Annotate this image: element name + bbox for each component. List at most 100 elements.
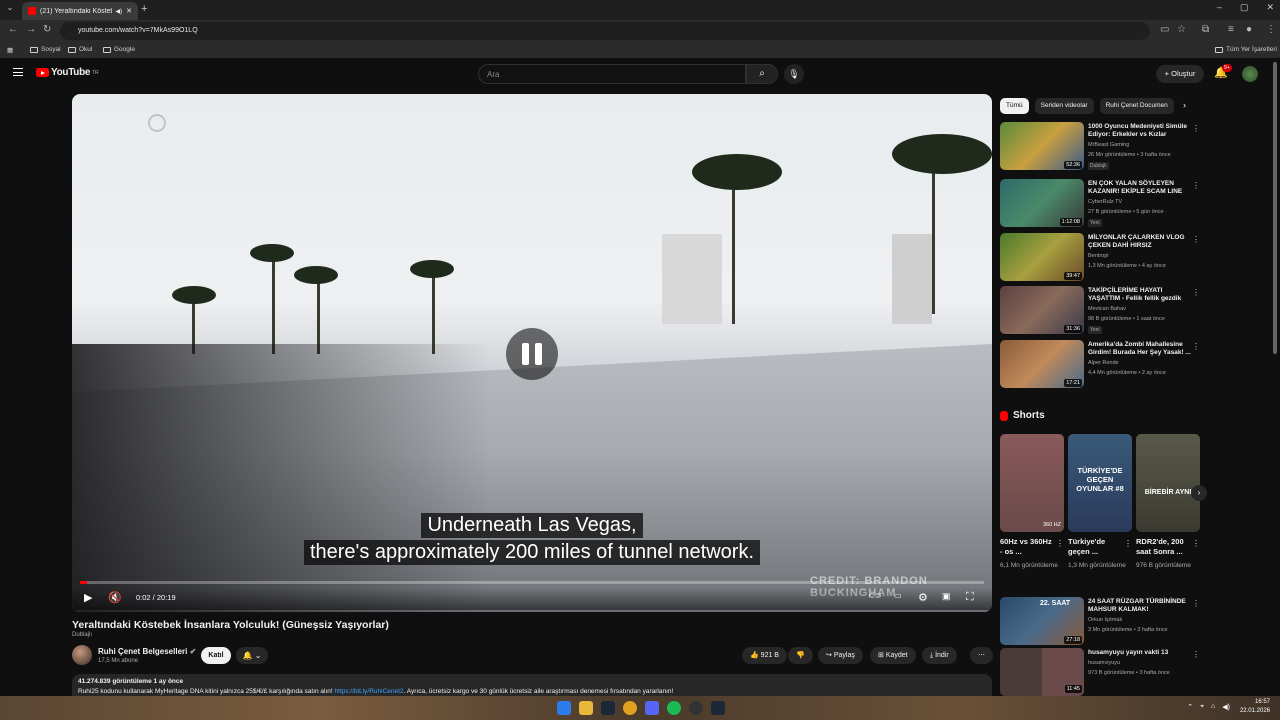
progress-fill: [80, 581, 88, 584]
more-options-icon[interactable]: ⋮: [1192, 539, 1200, 548]
more-options-icon[interactable]: ⋮: [1124, 539, 1132, 548]
download-button[interactable]: ⤓ İndir: [922, 647, 957, 664]
settings-gear-icon[interactable]: ⚙: [918, 591, 928, 604]
browser-menu-icon[interactable]: ⋮: [1266, 24, 1276, 35]
steam-icon[interactable]: [601, 701, 615, 715]
description-link[interactable]: https://bit.ly/RuhiCenet2: [335, 688, 404, 695]
pause-overlay-icon[interactable]: [506, 328, 558, 380]
create-button[interactable]: + Oluştur: [1156, 65, 1204, 83]
tab-close-icon[interactable]: ✕: [126, 7, 132, 15]
app-icon[interactable]: [689, 701, 703, 715]
fullscreen-icon[interactable]: ⛶: [966, 591, 974, 604]
volume-icon[interactable]: ◀): [1222, 703, 1230, 711]
page-scrollbar[interactable]: [1273, 62, 1277, 354]
bookmark-folder-okul[interactable]: Okul: [68, 46, 92, 53]
chevron-up-icon[interactable]: ⌃: [1187, 703, 1193, 711]
more-options-icon[interactable]: ⋮: [1192, 650, 1200, 659]
cast-icon[interactable]: ▭: [1160, 24, 1169, 35]
mute-icon[interactable]: 🔇: [108, 591, 122, 604]
subscription-bell-button[interactable]: 🔔 ⌄: [236, 647, 268, 664]
bookmark-star-icon[interactable]: ☆: [1177, 24, 1186, 35]
miniplayer-icon[interactable]: ▣: [942, 591, 951, 602]
palm-tree: [732, 174, 735, 324]
voice-search-button[interactable]: 🎙: [784, 64, 804, 84]
list-item[interactable]: 1:12:08 EN ÇOK YALAN SÖYLEYEN KAZANIR! E…: [1000, 179, 1200, 229]
more-options-icon[interactable]: ⋮: [1192, 342, 1200, 351]
browser-tab-active[interactable]: (21) Yeraltındaki Köstebek İ ◀) ✕: [22, 2, 138, 20]
shorts-next-button[interactable]: ›: [1191, 485, 1207, 501]
search-button[interactable]: ⌕: [746, 64, 778, 84]
chevron-right-icon[interactable]: ›: [1183, 100, 1186, 110]
like-button[interactable]: 👍 921 B: [742, 647, 787, 664]
short-overlay-text: BİREBİR AYNI: [1144, 489, 1192, 496]
play-icon[interactable]: ▶: [84, 591, 92, 604]
channel-name[interactable]: Ruhi Çenet Belgeselleri ✔: [98, 647, 196, 656]
notification-count-badge: 9+: [1222, 64, 1232, 72]
steam-client-icon[interactable]: [711, 701, 725, 715]
tab-search-icon[interactable]: ⌄: [4, 3, 16, 15]
more-options-icon[interactable]: ⋮: [1056, 539, 1064, 548]
more-options-icon[interactable]: ⋮: [1192, 288, 1200, 297]
list-item[interactable]: 39:47 MİLYONLAR ÇALARKEN VLOG ÇEKEN DAHİ…: [1000, 233, 1200, 283]
autoplay-toggle-icon[interactable]: ⊂⊃: [868, 591, 881, 600]
new-tab-button[interactable]: +: [141, 3, 147, 15]
search-input[interactable]: Ara: [478, 64, 746, 84]
subtitles-icon[interactable]: ▭: [894, 591, 902, 600]
forward-icon[interactable]: →: [26, 24, 36, 35]
short-thumbnail[interactable]: TÜRKİYE'DE GEÇEN OYUNLAR #8: [1068, 434, 1132, 532]
chrome-icon[interactable]: [623, 701, 637, 715]
save-button[interactable]: ⊞ Kaydet: [870, 647, 916, 664]
address-bar[interactable]: youtube.com/watch?v=7MkAs99O1LQ: [60, 22, 1150, 40]
list-item[interactable]: 17:21 Amerika'da Zombi Mahallesine Girdi…: [1000, 340, 1200, 390]
list-item[interactable]: 11:45 husamyuyu yayın vakti 13 husamviyu…: [1000, 648, 1200, 696]
guide-menu-icon[interactable]: [13, 68, 23, 76]
rec-title: MİLYONLAR ÇALARKEN VLOG ÇEKEN DAHİ HIRSI…: [1088, 234, 1185, 249]
join-button[interactable]: Katıl: [201, 647, 231, 664]
back-icon[interactable]: ←: [8, 24, 18, 35]
start-menu-icon[interactable]: [557, 701, 571, 715]
short-item[interactable]: TÜRKİYE'DE GEÇEN OYUNLAR #8 Türkiye'de g…: [1068, 434, 1132, 584]
progress-bar[interactable]: [80, 581, 984, 584]
extensions-icon[interactable]: ⧉: [1202, 24, 1209, 35]
discord-icon[interactable]: [645, 701, 659, 715]
chip-channel[interactable]: Ruhi Çenet Documen: [1099, 98, 1174, 114]
location-icon[interactable]: ⌖: [1200, 703, 1204, 711]
short-item[interactable]: 360 HZ 60Hz vs 360Hz - os ... 6,1 Mn gör…: [1000, 434, 1064, 584]
profile-icon[interactable]: ●: [1246, 24, 1252, 35]
bookmark-folder-google[interactable]: Google: [103, 46, 135, 53]
reload-icon[interactable]: ↻: [43, 24, 51, 35]
more-options-icon[interactable]: ⋮: [1192, 181, 1200, 190]
short-thumbnail[interactable]: BİREBİR AYNI: [1136, 434, 1200, 532]
more-options-icon[interactable]: ⋮: [1192, 124, 1200, 133]
more-options-icon[interactable]: ⋮: [1192, 235, 1200, 244]
spotify-icon[interactable]: [667, 701, 681, 715]
tab-audio-icon[interactable]: ◀): [116, 8, 123, 15]
chip-series[interactable]: Seriden videolar: [1034, 98, 1094, 114]
all-bookmarks[interactable]: Tüm Yer İşaretleri: [1215, 46, 1277, 53]
list-item[interactable]: 31:36 TAKİPÇİLERİME HAYATI YAŞATTIM - Fe…: [1000, 286, 1200, 336]
list-item[interactable]: 22. SAAT 27:18 24 SAAT RÜZGAR TÜRBİNİNDE…: [1000, 597, 1200, 647]
more-actions-button[interactable]: ⋯: [970, 647, 993, 664]
minimize-icon[interactable]: –: [1217, 2, 1222, 13]
bookmark-folder-sosyal[interactable]: Sosyal: [30, 46, 61, 53]
account-avatar[interactable]: [1242, 66, 1258, 82]
youtube-favicon-icon: [28, 7, 36, 15]
share-button[interactable]: ↪ Paylaş: [818, 647, 863, 664]
short-thumbnail[interactable]: 360 HZ: [1000, 434, 1064, 532]
file-explorer-icon[interactable]: [579, 701, 593, 715]
maximize-icon[interactable]: ▢: [1240, 2, 1249, 13]
duration-badge: 11:45: [1064, 685, 1082, 693]
apps-grid-icon[interactable]: ▦: [7, 46, 13, 54]
list-item[interactable]: 52:36 1000 Oyuncu Medeniyeti Simüle Ediy…: [1000, 122, 1200, 172]
more-options-icon[interactable]: ⋮: [1192, 599, 1200, 608]
chip-all[interactable]: Tümü: [1000, 98, 1029, 114]
youtube-logo[interactable]: YouTube TR: [36, 67, 99, 78]
dislike-button[interactable]: 👎: [788, 647, 813, 664]
reading-list-icon[interactable]: ≡: [1228, 24, 1234, 35]
clock[interactable]: 16:57 22.01.2026: [1240, 698, 1270, 716]
video-player[interactable]: Underneath Las Vegas, there's approximat…: [72, 94, 992, 612]
short-item[interactable]: BİREBİR AYNI RDR2'de, 200 saat Sonra ...…: [1136, 434, 1200, 584]
close-window-icon[interactable]: ✕: [1266, 2, 1274, 13]
channel-avatar[interactable]: [72, 645, 92, 665]
network-icon[interactable]: ⌂: [1211, 703, 1215, 711]
